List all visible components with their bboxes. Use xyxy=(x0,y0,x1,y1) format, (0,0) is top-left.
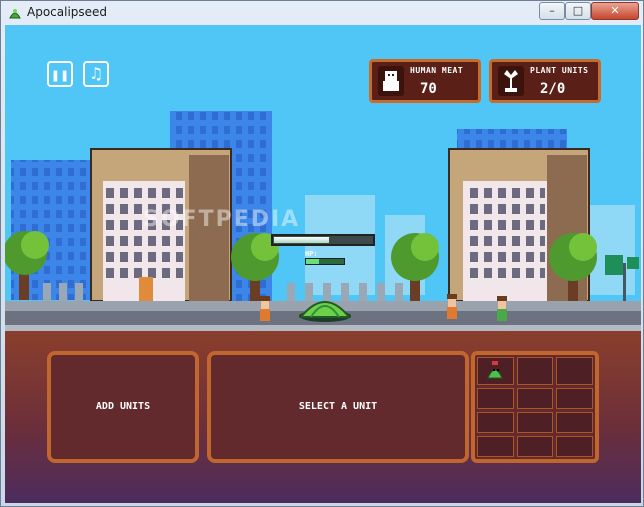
unit-slot[interactable] xyxy=(556,412,593,433)
music-button[interactable]: ♫ xyxy=(83,61,109,87)
plant-units-value: 2/0 xyxy=(540,81,566,97)
game-canvas[interactable]: SOFTPEDIA ❚❚ ♫ HUMAN MEAT 70 PLANT UNITS… xyxy=(5,25,641,503)
add-units-label: ADD UNITS xyxy=(95,401,151,412)
select-unit-label: SELECT A UNIT xyxy=(298,401,378,412)
hp-label: HP: xyxy=(305,250,318,258)
watermark: SOFTPEDIA xyxy=(143,207,301,232)
plant-units-panel: PLANT UNITS 2/0 xyxy=(489,59,601,103)
human-meat-value: 70 xyxy=(420,81,437,97)
unit-slot[interactable] xyxy=(516,412,554,433)
unit-slot[interactable] xyxy=(516,436,554,457)
unit-slot[interactable] xyxy=(477,412,514,433)
plant-units-label: PLANT UNITS xyxy=(530,66,589,75)
maximize-button[interactable]: □ xyxy=(565,2,591,20)
maximize-icon: □ xyxy=(572,4,584,17)
unit-slot[interactable] xyxy=(477,388,514,409)
unit-slot[interactable] xyxy=(556,388,593,409)
app-icon xyxy=(9,9,21,19)
plant-unit-icon xyxy=(487,361,503,379)
minimize-button[interactable]: – xyxy=(539,2,565,20)
unit-slot[interactable] xyxy=(477,436,514,457)
human-meat-panel: HUMAN MEAT 70 xyxy=(369,59,481,103)
add-units-panel[interactable]: ADD UNITS xyxy=(47,351,199,463)
human-meat-label: HUMAN MEAT xyxy=(410,66,464,75)
close-icon: ✕ xyxy=(610,4,620,17)
hp-bar-fill xyxy=(306,259,320,264)
unit-slot[interactable] xyxy=(477,357,514,385)
select-unit-panel[interactable]: SELECT A UNIT xyxy=(207,351,469,463)
unit-grid xyxy=(471,351,599,463)
hp-bar xyxy=(305,258,345,265)
pause-icon: ❚❚ xyxy=(50,69,70,82)
minimize-icon: – xyxy=(549,4,555,17)
close-button[interactable]: ✕ xyxy=(591,2,639,20)
unit-slot[interactable] xyxy=(516,357,554,385)
plant-icon xyxy=(498,66,524,96)
human-character[interactable] xyxy=(260,296,270,321)
human-icon xyxy=(378,66,404,96)
pause-button[interactable]: ❚❚ xyxy=(47,61,73,87)
unit-slot[interactable] xyxy=(556,357,593,385)
human-character[interactable] xyxy=(447,294,457,319)
seed-progress-bar xyxy=(271,234,375,246)
unit-slot[interactable] xyxy=(516,388,554,409)
app-window: Apocalipseed – □ ✕ SOFTPEDIA ❚❚ ♫ HUMAN … xyxy=(0,0,644,507)
music-icon: ♫ xyxy=(88,64,104,83)
title-bar[interactable]: Apocalipseed – □ ✕ xyxy=(1,1,643,25)
seed-progress-fill xyxy=(274,237,329,243)
unit-slot[interactable] xyxy=(556,436,593,457)
window-title: Apocalipseed xyxy=(27,5,108,19)
human-character[interactable] xyxy=(497,296,507,321)
